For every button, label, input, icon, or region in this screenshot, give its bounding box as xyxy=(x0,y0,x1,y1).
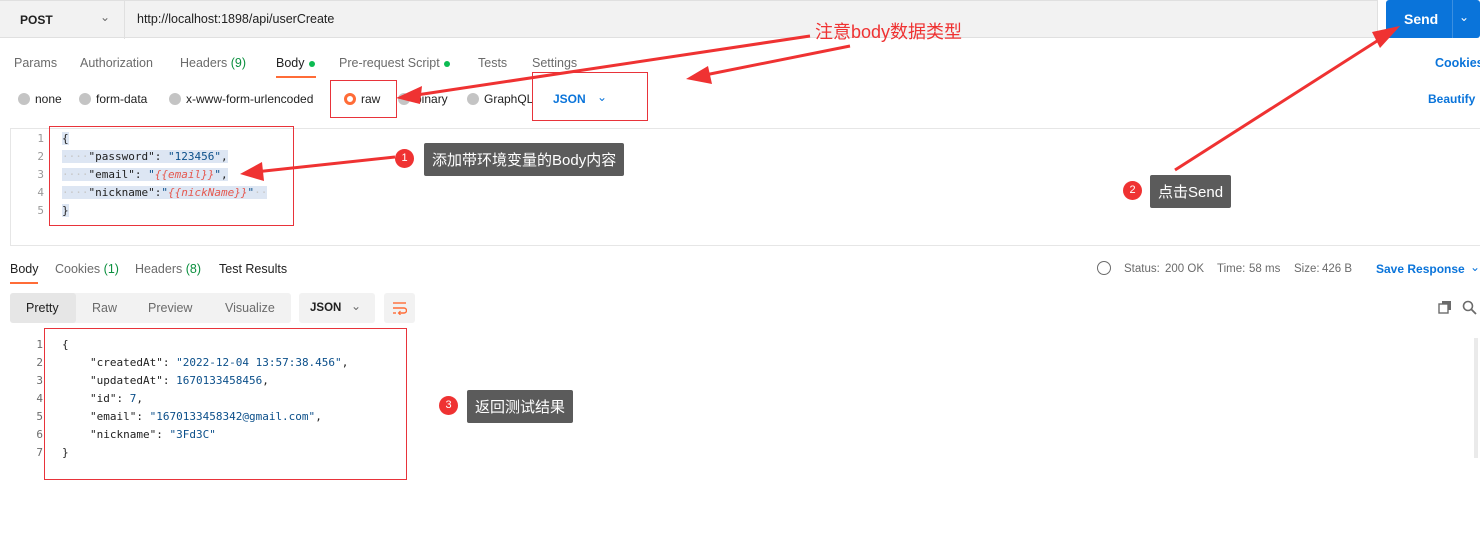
annotation-callout-1: 添加带环境变量的Body内容 xyxy=(424,143,625,176)
annotation-badge-3: 3 xyxy=(439,396,458,415)
annotation-callout-2: 点击Send xyxy=(1150,175,1232,208)
annotation-arrows xyxy=(240,26,1400,181)
annotation-callout-3: 返回测试结果 xyxy=(467,390,574,423)
annotation-note-body-type: 注意body数据类型 xyxy=(815,22,963,42)
annotation-badge-1: 1 xyxy=(395,149,414,168)
annotation-badge-2: 2 xyxy=(1123,181,1142,200)
